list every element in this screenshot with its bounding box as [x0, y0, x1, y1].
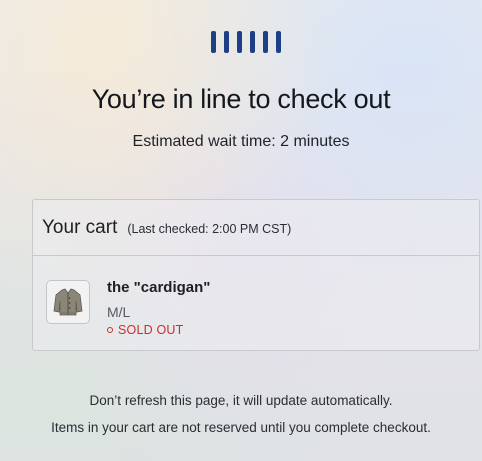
cart-item: the "cardigan" M/L SOLD OUT	[33, 256, 479, 352]
page-title: You’re in line to check out	[91, 84, 391, 114]
item-name: the "cardigan"	[107, 279, 211, 296]
queue-bar	[250, 31, 255, 53]
status-dot-icon	[107, 327, 113, 333]
queue-bar	[276, 31, 281, 53]
last-checked-timestamp: (Last checked: 2:00 PM CST)	[127, 222, 292, 236]
refresh-note: Don’t refresh this page, it will update …	[89, 393, 393, 408]
item-status-label: SOLD OUT	[118, 323, 184, 337]
estimated-wait-time: Estimated wait time: 2 minutes	[132, 133, 350, 150]
queue-bar	[237, 31, 242, 53]
queue-bar	[224, 31, 229, 53]
item-variant: M/L	[107, 304, 131, 320]
reservation-note: Items in your cart are not reserved unti…	[51, 420, 431, 435]
cardigan-icon	[53, 288, 83, 316]
product-thumbnail	[46, 280, 90, 324]
cart-header: Your cart (Last checked: 2:00 PM CST)	[33, 200, 479, 256]
queue-bar	[211, 31, 216, 53]
queue-bar	[263, 31, 268, 53]
item-status-badge: SOLD OUT	[107, 323, 184, 337]
cart-panel: Your cart (Last checked: 2:00 PM CST) th…	[32, 199, 480, 351]
cart-title: Your cart	[42, 216, 118, 238]
queue-progress-indicator	[211, 31, 281, 53]
